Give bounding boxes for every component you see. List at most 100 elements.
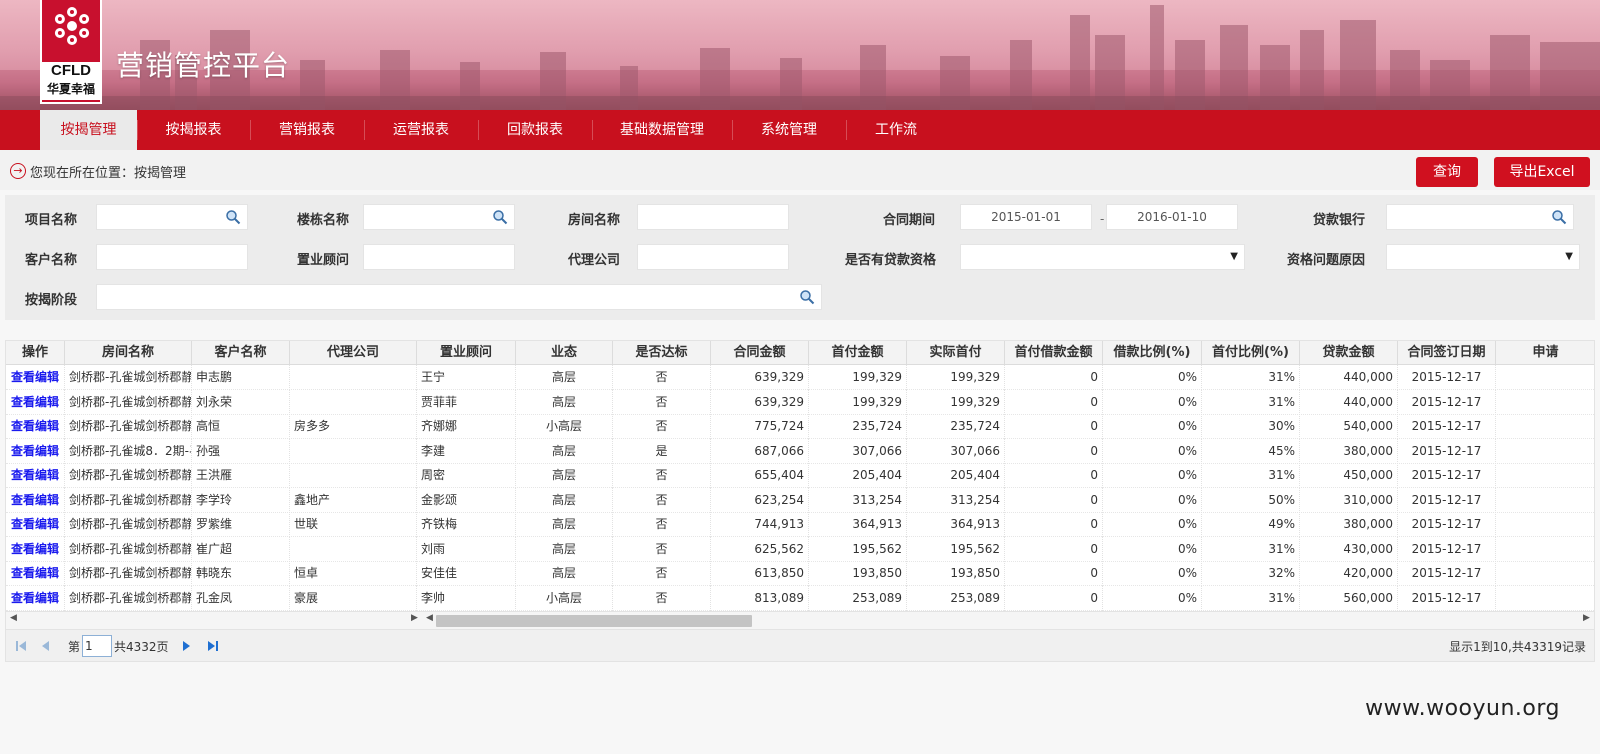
contract-end-date-input[interactable]: 2016-01-10 xyxy=(1106,204,1238,230)
col-header-consultant[interactable]: 置业顾问 xyxy=(417,341,516,365)
next-page-icon[interactable] xyxy=(180,639,194,653)
col-header-op[interactable]: 操作 xyxy=(6,341,65,365)
loan-eligible-select[interactable]: ▼ xyxy=(960,244,1245,270)
table-row[interactable]: 查看编辑 剑桥郡-孔雀城剑桥郡静 申志鹏 王宁 高层否 639,329 199,329 199… xyxy=(6,365,1594,390)
grid-header: 操作 房间名称 客户名称 代理公司 置业顾问 业态 是否达标 合同金额 首付金额 实际首付 首付借款… xyxy=(6,341,1594,365)
last-page-icon[interactable] xyxy=(206,639,220,653)
col-header-agency[interactable]: 代理公司 xyxy=(290,341,417,365)
cell-customer-name: 韩晓东 xyxy=(192,561,290,586)
cell-qualified: 否 xyxy=(613,585,711,611)
edit-link[interactable]: 编辑 xyxy=(35,493,59,507)
cell-contract-amount: 687,066 xyxy=(711,438,809,464)
arrow-circle-icon: → xyxy=(10,163,26,179)
view-link[interactable]: 查看 xyxy=(11,444,35,458)
view-link[interactable]: 查看 xyxy=(11,566,35,580)
project-name-input[interactable] xyxy=(96,204,248,230)
table-row[interactable]: 查看编辑 剑桥郡-孔雀城剑桥郡静 刘永荣 贾菲菲 高层否 639,329 199,329 19… xyxy=(6,389,1594,415)
cell-qualified: 否 xyxy=(613,561,711,586)
view-link[interactable]: 查看 xyxy=(11,419,35,433)
col-header-actual-down-payment[interactable]: 实际首付 xyxy=(907,341,1005,365)
edit-link[interactable]: 编辑 xyxy=(35,591,59,605)
table-row[interactable]: 查看编辑 剑桥郡-孔雀城剑桥郡静 孔金凤 豪展 李帅 小高层否 813,089 253,089… xyxy=(6,585,1594,611)
col-header-contract-amount[interactable]: 合同金额 xyxy=(711,341,809,365)
table-row[interactable]: 查看编辑 剑桥郡-孔雀城剑桥郡静 韩晓东 恒卓 安佳佳 高层否 613,850 193,850… xyxy=(6,561,1594,586)
nav-workflow[interactable]: 工作流 xyxy=(846,110,946,150)
cell-actual-down-payment: 364,913 xyxy=(907,512,1005,537)
contract-start-date-input[interactable]: 2015-01-01 xyxy=(960,204,1092,230)
view-link[interactable]: 查看 xyxy=(11,591,35,605)
query-button[interactable]: 查询 xyxy=(1416,157,1478,187)
search-icon[interactable] xyxy=(799,289,815,305)
col-header-room-name[interactable]: 房间名称 xyxy=(65,341,192,365)
table-row[interactable]: 查看编辑 剑桥郡-孔雀城剑桥郡静 崔广超 刘雨 高层否 625,562 195,562 195… xyxy=(6,536,1594,562)
table-row[interactable]: 查看编辑 剑桥郡-孔雀城剑桥郡静 李学玲 鑫地产 金影颂 高层否 623,254 313,25… xyxy=(6,487,1594,513)
customer-name-input[interactable] xyxy=(96,244,248,270)
first-page-icon[interactable] xyxy=(14,639,28,653)
search-icon[interactable] xyxy=(225,209,241,225)
view-link[interactable]: 查看 xyxy=(11,517,35,531)
edit-link[interactable]: 编辑 xyxy=(35,370,59,384)
view-link[interactable]: 查看 xyxy=(11,370,35,384)
scroll-right-icon[interactable]: ▶ xyxy=(411,613,418,623)
view-link[interactable]: 查看 xyxy=(11,395,35,409)
loan-bank-input[interactable] xyxy=(1386,204,1574,230)
edit-link[interactable]: 编辑 xyxy=(35,566,59,580)
col-header-contract-date[interactable]: 合同签订日期 xyxy=(1398,341,1496,365)
page-number-input[interactable]: 1 xyxy=(82,635,112,657)
cell-down-payment: 253,089 xyxy=(809,585,907,611)
col-header-loan-ratio[interactable]: 借款比例(%) xyxy=(1103,341,1202,365)
edit-link[interactable]: 编辑 xyxy=(35,444,59,458)
mortgage-stage-input[interactable] xyxy=(96,284,822,310)
col-header-property-type[interactable]: 业态 xyxy=(516,341,613,365)
scrollbar-thumb[interactable] xyxy=(436,615,752,627)
room-name-input[interactable] xyxy=(637,204,789,230)
edit-link[interactable]: 编辑 xyxy=(35,517,59,531)
cell-down-payment-loan: 0 xyxy=(1005,536,1103,562)
horizontal-scrollbar[interactable]: ◀ ▶ ◀ ▶ xyxy=(6,611,1594,629)
nav-system-management[interactable]: 系统管理 xyxy=(732,110,846,150)
logo-text-cn: 华夏幸福 xyxy=(42,80,100,100)
eligibility-reason-select[interactable]: ▼ xyxy=(1386,244,1580,270)
nav-mortgage-management[interactable]: 按揭管理 xyxy=(40,110,137,150)
table-row[interactable]: 查看编辑 剑桥郡-孔雀城8．2期-孑 孙强 李建 高层是 687,066 307,066 30… xyxy=(6,438,1594,464)
nav-payment-report[interactable]: 回款报表 xyxy=(478,110,592,150)
table-row[interactable]: 查看编辑 剑桥郡-孔雀城剑桥郡静 罗紫维 世联 齐铁梅 高层否 744,913 364,913… xyxy=(6,512,1594,537)
consultant-input[interactable] xyxy=(363,244,515,270)
col-header-customer-name[interactable]: 客户名称 xyxy=(192,341,290,365)
cell-down-payment-ratio: 31% xyxy=(1202,585,1300,611)
scroll-left-icon[interactable]: ◀ xyxy=(426,613,433,623)
view-link[interactable]: 查看 xyxy=(11,542,35,556)
col-header-qualified[interactable]: 是否达标 xyxy=(613,341,711,365)
cell-consultant: 刘雨 xyxy=(417,536,516,562)
scroll-right-icon[interactable]: ▶ xyxy=(1583,613,1590,623)
search-icon[interactable] xyxy=(1551,209,1567,225)
edit-link[interactable]: 编辑 xyxy=(35,395,59,409)
nav-mortgage-report[interactable]: 按揭报表 xyxy=(137,110,250,150)
col-header-down-payment-loan[interactable]: 首付借款金额 xyxy=(1005,341,1103,365)
edit-link[interactable]: 编辑 xyxy=(35,419,59,433)
table-row[interactable]: 查看编辑 剑桥郡-孔雀城剑桥郡静 高恒 房多多 齐娜娜 小高层否 775,724 235,72… xyxy=(6,414,1594,439)
nav-operations-report[interactable]: 运营报表 xyxy=(364,110,478,150)
cell-contract-date: 2015-12-17 xyxy=(1398,389,1496,415)
export-excel-button[interactable]: 导出Excel xyxy=(1494,157,1590,187)
cell-down-payment: 235,724 xyxy=(809,414,907,439)
edit-link[interactable]: 编辑 xyxy=(35,468,59,482)
view-link[interactable]: 查看 xyxy=(11,468,35,482)
prev-page-icon[interactable] xyxy=(38,639,52,653)
scroll-left-icon[interactable]: ◀ xyxy=(10,613,17,623)
nav-marketing-report[interactable]: 营销报表 xyxy=(250,110,364,150)
edit-link[interactable]: 编辑 xyxy=(35,542,59,556)
agency-input[interactable] xyxy=(637,244,789,270)
cell-contract-amount: 625,562 xyxy=(711,536,809,562)
col-header-down-payment[interactable]: 首付金额 xyxy=(809,341,907,365)
cell-customer-name: 李学玲 xyxy=(192,487,290,513)
view-link[interactable]: 查看 xyxy=(11,493,35,507)
search-icon[interactable] xyxy=(492,209,508,225)
nav-base-data[interactable]: 基础数据管理 xyxy=(592,110,732,150)
table-row[interactable]: 查看编辑 剑桥郡-孔雀城剑桥郡静 王洪雁 周密 高层否 655,404 205,404 205… xyxy=(6,463,1594,488)
building-name-input[interactable] xyxy=(363,204,515,230)
cell-contract-amount: 623,254 xyxy=(711,487,809,513)
col-header-down-payment-ratio[interactable]: 首付比例(%) xyxy=(1202,341,1300,365)
col-header-apply[interactable]: 申请 xyxy=(1496,341,1594,365)
col-header-loan-amount[interactable]: 贷款金额 xyxy=(1300,341,1398,365)
